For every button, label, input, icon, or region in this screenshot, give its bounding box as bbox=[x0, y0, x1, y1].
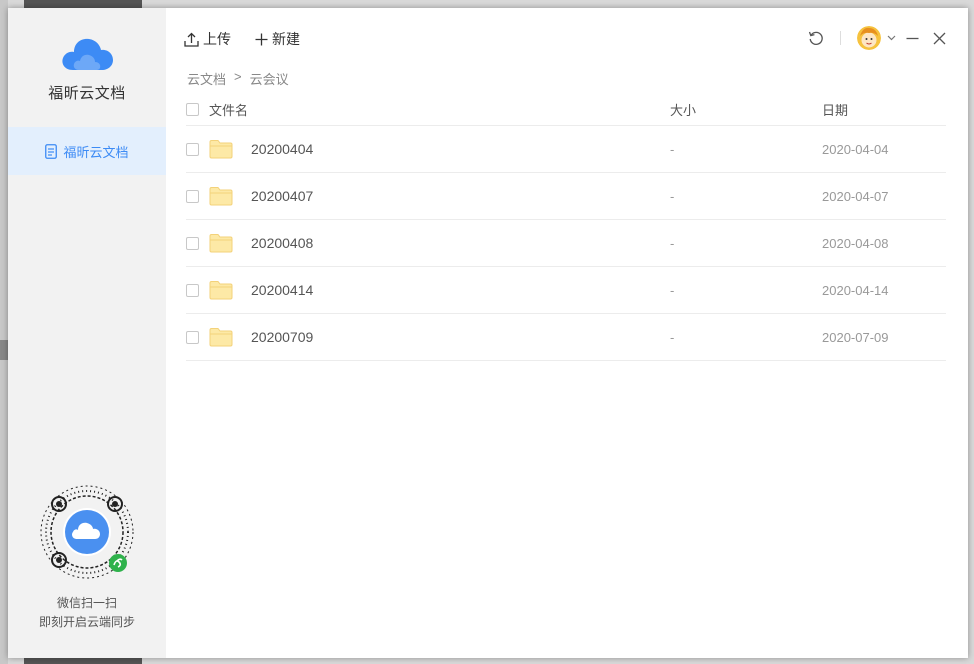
close-icon bbox=[933, 32, 946, 44]
folder-name[interactable]: 20200408 bbox=[251, 235, 313, 251]
folder-icon bbox=[209, 281, 233, 300]
table-row[interactable]: 20200408 - 2020-04-08 bbox=[186, 220, 946, 267]
chevron-down-icon bbox=[887, 35, 896, 41]
date-cell: 2020-07-09 bbox=[822, 329, 889, 345]
upload-label: 上传 bbox=[203, 31, 231, 47]
table-row[interactable]: 20200404 - 2020-04-04 bbox=[186, 126, 946, 173]
row-checkbox[interactable] bbox=[186, 236, 199, 250]
folder-icon bbox=[209, 140, 233, 159]
breadcrumb-root[interactable]: 云文档 bbox=[187, 69, 226, 88]
folder-name[interactable]: 20200404 bbox=[251, 141, 313, 157]
qr-caption-line1: 微信扫一扫 bbox=[56, 596, 117, 610]
brand: 福昕云文档 bbox=[8, 34, 166, 103]
size-cell: - bbox=[670, 141, 675, 157]
breadcrumb-separator: > bbox=[234, 69, 242, 84]
folder-icon bbox=[209, 187, 233, 206]
window-controls bbox=[808, 26, 946, 50]
new-button[interactable]: 新建 bbox=[255, 29, 300, 49]
brand-name: 福昕云文档 bbox=[48, 85, 126, 102]
toolbar: 上传 新建 bbox=[184, 28, 324, 50]
close-button[interactable] bbox=[933, 32, 946, 45]
qr-caption-line2: 即刻开启云端同步 bbox=[38, 615, 135, 629]
mini-program-qr: 微信扫一扫 即刻开启云端同步 bbox=[8, 482, 166, 632]
size-cell: - bbox=[670, 329, 675, 345]
refresh-icon bbox=[808, 31, 823, 45]
size-cell: - bbox=[670, 235, 675, 251]
table-row[interactable]: 20200414 - 2020-04-14 bbox=[186, 267, 946, 314]
select-all-checkbox[interactable] bbox=[186, 103, 199, 116]
table-row[interactable]: 20200407 - 2020-04-07 bbox=[186, 173, 946, 220]
breadcrumb-current: 云会议 bbox=[249, 72, 289, 87]
name-cell: 20200408 bbox=[186, 233, 670, 253]
refresh-button[interactable] bbox=[808, 30, 824, 46]
row-checkbox[interactable] bbox=[186, 330, 199, 344]
name-cell: 20200407 bbox=[186, 186, 670, 206]
folder-name[interactable]: 20200709 bbox=[251, 329, 313, 345]
background-app-marker bbox=[0, 340, 8, 360]
date-cell: 2020-04-04 bbox=[822, 141, 889, 157]
folder-name[interactable]: 20200414 bbox=[251, 282, 313, 298]
cloud-logo-icon bbox=[62, 38, 113, 70]
column-header-date[interactable]: 日期 bbox=[822, 100, 946, 119]
folder-icon bbox=[209, 234, 233, 253]
column-header-size[interactable]: 大小 bbox=[670, 100, 822, 119]
upload-icon bbox=[184, 32, 199, 47]
account-menu-toggle[interactable] bbox=[887, 35, 896, 41]
cloud-docs-window: 福昕云文档 福昕云文档 微信扫一扫 即刻开启云端同步 上传 新建 云文档 > 云… bbox=[8, 8, 968, 658]
minimize-button[interactable] bbox=[906, 32, 919, 45]
row-checkbox[interactable] bbox=[186, 189, 199, 203]
file-table: 文件名 大小 日期 20200404 - 2020-04-04 20200407… bbox=[186, 94, 946, 361]
row-checkbox[interactable] bbox=[186, 142, 199, 156]
sidebar-item-label: 福昕云文档 bbox=[63, 144, 129, 160]
sidebar-item-cloud-docs[interactable]: 福昕云文档 bbox=[8, 127, 166, 175]
table-row[interactable]: 20200709 - 2020-07-09 bbox=[186, 314, 946, 361]
folder-icon bbox=[209, 328, 233, 347]
folder-name[interactable]: 20200407 bbox=[251, 188, 313, 204]
avatar[interactable] bbox=[857, 26, 881, 50]
divider bbox=[840, 31, 841, 45]
name-cell: 20200414 bbox=[186, 280, 670, 300]
size-cell: - bbox=[670, 282, 675, 298]
qr-code-icon bbox=[40, 485, 134, 579]
breadcrumb: 云文档 > 云会议 bbox=[187, 69, 297, 88]
date-cell: 2020-04-14 bbox=[822, 282, 889, 298]
header-name-cell: 文件名 bbox=[186, 100, 670, 119]
date-cell: 2020-04-08 bbox=[822, 235, 889, 251]
document-icon bbox=[45, 143, 58, 159]
column-header-name[interactable]: 文件名 bbox=[209, 100, 248, 119]
size-cell: - bbox=[670, 188, 675, 204]
main-panel: 上传 新建 云文档 > 云会议 文件名 大小 日期 20200404 - 202… bbox=[166, 8, 968, 658]
user-avatar-icon bbox=[857, 26, 881, 50]
upload-button[interactable]: 上传 bbox=[184, 29, 231, 49]
row-checkbox[interactable] bbox=[186, 283, 199, 297]
sidebar: 福昕云文档 福昕云文档 微信扫一扫 即刻开启云端同步 bbox=[8, 8, 166, 658]
background-app-edge bbox=[0, 0, 8, 664]
table-header: 文件名 大小 日期 bbox=[186, 94, 946, 126]
date-cell: 2020-04-07 bbox=[822, 188, 889, 204]
minimize-icon bbox=[906, 37, 919, 39]
plus-icon bbox=[255, 33, 268, 45]
background-app-strip bbox=[24, 0, 142, 8]
name-cell: 20200404 bbox=[186, 139, 670, 159]
new-label: 新建 bbox=[272, 31, 300, 47]
name-cell: 20200709 bbox=[186, 327, 670, 347]
